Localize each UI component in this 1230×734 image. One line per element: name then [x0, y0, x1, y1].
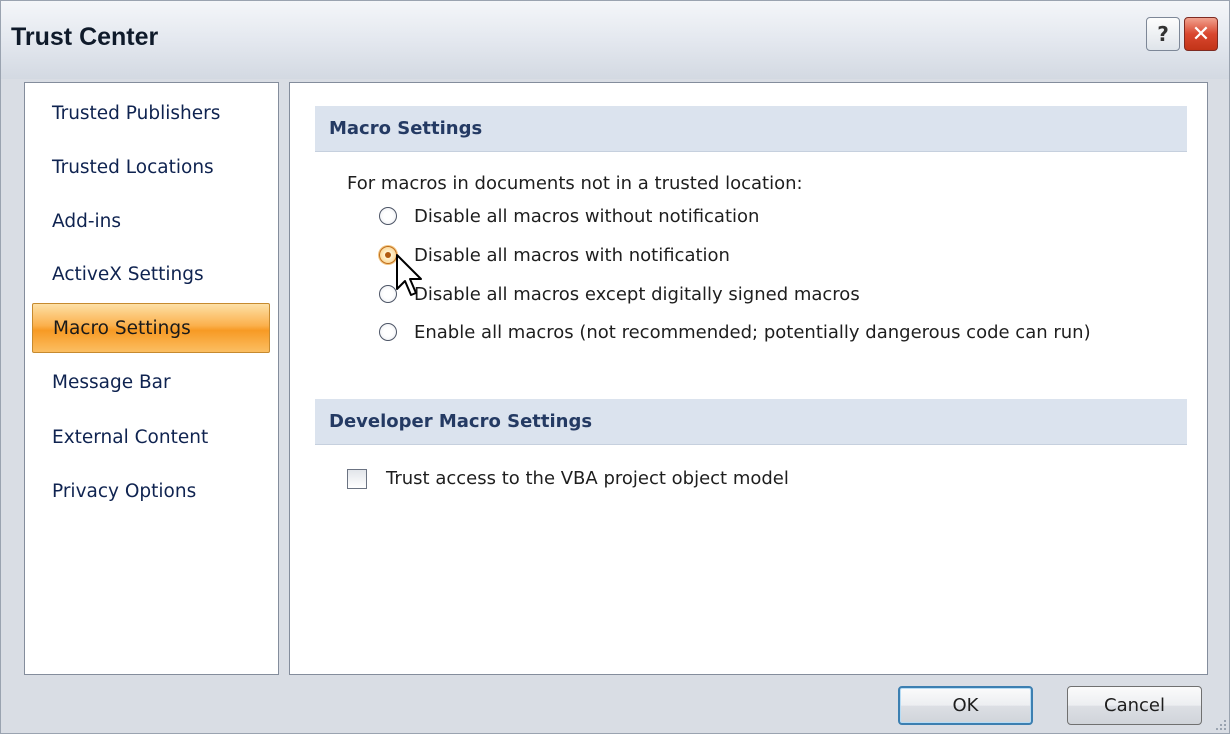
- radio-button-selected[interactable]: [379, 246, 397, 264]
- sidebar-item-add-ins[interactable]: Add-ins: [32, 196, 270, 246]
- sidebar-item-label: Message Bar: [52, 371, 171, 393]
- close-button[interactable]: ✕: [1184, 17, 1218, 51]
- radio-button[interactable]: [379, 285, 397, 303]
- radio-button[interactable]: [379, 323, 397, 341]
- sidebar-item-activex-settings[interactable]: ActiveX Settings: [32, 249, 270, 299]
- radio-disable-no-notification[interactable]: Disable all macros without notification: [379, 205, 759, 228]
- radio-disable-with-notification[interactable]: Disable all macros with notification: [379, 244, 730, 267]
- developer-macro-settings-header: Developer Macro Settings: [315, 399, 1187, 445]
- sidebar-item-label: Add-ins: [52, 210, 121, 232]
- radio-enable-all[interactable]: Enable all macros (not recommended; pote…: [379, 321, 1154, 344]
- radio-label: Disable all macros without notification: [414, 206, 760, 227]
- sidebar-item-label: Privacy Options: [52, 480, 197, 502]
- title-bar[interactable]: Trust Center ? ✕: [1, 1, 1229, 79]
- category-sidebar: Trusted Publishers Trusted Locations Add…: [24, 82, 279, 675]
- sidebar-item-message-bar[interactable]: Message Bar: [32, 357, 270, 407]
- sidebar-item-label: Trusted Publishers: [52, 102, 221, 124]
- macro-settings-header: Macro Settings: [315, 106, 1187, 152]
- vba-trust-option[interactable]: Trust access to the VBA project object m…: [347, 468, 789, 489]
- radio-label: Disable all macros with notification: [414, 245, 730, 266]
- sidebar-item-external-content[interactable]: External Content: [32, 412, 270, 462]
- sidebar-item-label: External Content: [52, 426, 209, 448]
- sidebar-item-macro-settings[interactable]: Macro Settings: [32, 303, 270, 353]
- cancel-button[interactable]: Cancel: [1067, 686, 1202, 725]
- vba-trust-label: Trust access to the VBA project object m…: [386, 468, 789, 489]
- sidebar-item-trusted-publishers[interactable]: Trusted Publishers: [32, 88, 270, 138]
- radio-button[interactable]: [379, 207, 397, 225]
- dialog-title: Trust Center: [11, 23, 159, 51]
- help-button[interactable]: ?: [1146, 17, 1180, 51]
- resize-grip-icon[interactable]: [1213, 717, 1227, 731]
- sidebar-item-label: ActiveX Settings: [52, 263, 204, 285]
- radio-label: Enable all macros (not recommended; pote…: [414, 322, 1091, 343]
- vba-trust-checkbox[interactable]: [347, 468, 367, 489]
- trust-center-dialog: Trust Center ? ✕ Trusted Publishers Trus…: [0, 0, 1230, 734]
- sidebar-item-label: Macro Settings: [53, 317, 191, 339]
- sidebar-item-privacy-options[interactable]: Privacy Options: [32, 466, 270, 516]
- close-icon: ✕: [1191, 21, 1211, 47]
- settings-panel: Macro Settings For macros in documents n…: [289, 82, 1208, 675]
- sidebar-item-label: Trusted Locations: [52, 156, 214, 178]
- ok-button[interactable]: OK: [898, 686, 1033, 725]
- help-icon: ?: [1157, 22, 1169, 46]
- radio-disable-except-signed[interactable]: Disable all macros except digitally sign…: [379, 283, 860, 306]
- macro-intro-text: For macros in documents not in a trusted…: [347, 173, 803, 194]
- radio-label: Disable all macros except digitally sign…: [414, 284, 860, 305]
- sidebar-item-trusted-locations[interactable]: Trusted Locations: [32, 142, 270, 192]
